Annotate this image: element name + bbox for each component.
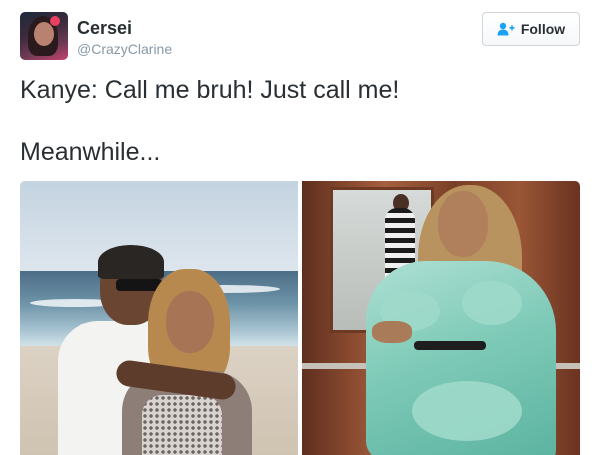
photo-woman-face: [166, 291, 214, 353]
photo-dress-ruffle: [412, 381, 522, 441]
photo-man-cap: [98, 245, 164, 279]
tweet-text-line-1: Kanye: Call me bruh! Just call me!: [20, 76, 400, 104]
author-handle[interactable]: @CrazyClarine: [77, 41, 172, 57]
photo-woman-dress: [142, 395, 222, 455]
tweet-header: Cersei @CrazyClarine Follow: [20, 12, 580, 62]
photo-belt: [414, 341, 486, 350]
tweet-text-line-2: Meanwhile...: [20, 138, 161, 166]
photo-dress-ruffle: [462, 281, 522, 325]
avatar-flower: [50, 16, 60, 26]
follow-button-label: Follow: [520, 21, 566, 37]
author-display-name[interactable]: Cersei: [77, 18, 132, 39]
follow-user-icon: [497, 22, 515, 36]
avatar[interactable]: [20, 12, 68, 60]
tweet-text: Kanye: Call me bruh! Just call me! Meanw…: [20, 73, 580, 169]
avatar-face: [34, 22, 54, 46]
media-photo-beach[interactable]: [20, 181, 298, 455]
media-photo-elevator[interactable]: [302, 181, 580, 455]
photo-woman-hand: [372, 321, 412, 343]
follow-button[interactable]: Follow: [482, 12, 580, 46]
photo-woman-face: [438, 191, 488, 257]
tweet-media: [20, 181, 580, 455]
